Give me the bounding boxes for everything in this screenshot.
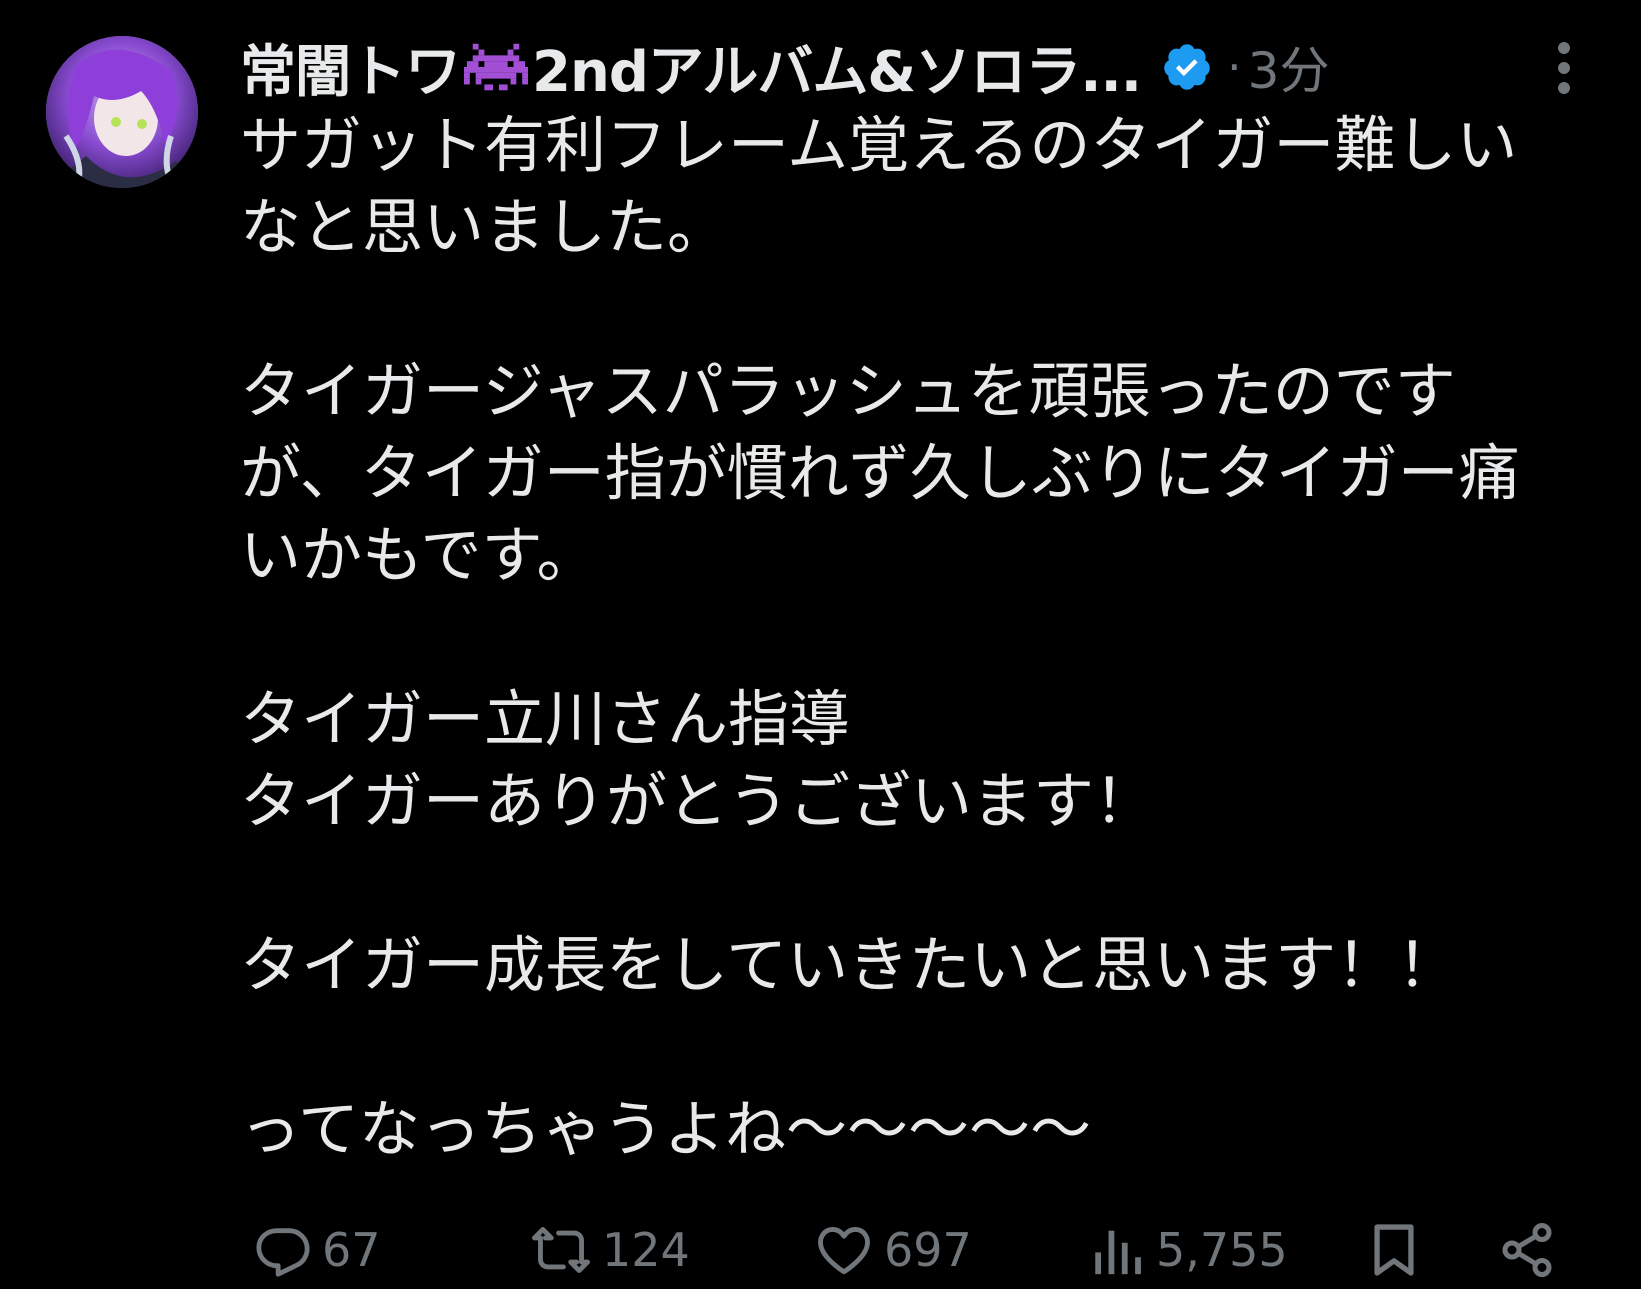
tweet-text: サガット有利フレーム覚えるのタイガー難しい なと思いました。 タイガージャスパラ… [240,110,1520,1165]
retweet-button[interactable]: 124 [530,1215,690,1285]
action-bar: 67 124 697 5,755 [240,1215,1600,1285]
timestamp[interactable]: 3分 [1248,31,1330,103]
retweet-icon [532,1227,590,1273]
tweet-header: 常闇トワ 2ndアルバム&ソロラ... · 3分 [240,31,1600,105]
share-button[interactable] [1497,1215,1557,1285]
tweet[interactable]: 常闇トワ 2ndアルバム&ソロラ... · 3分 サガット有利フレーム覚えるのタ… [0,0,1641,1289]
reply-button[interactable]: 67 [254,1215,381,1285]
separator-dot: · [1227,40,1242,94]
display-name[interactable]: 常闇トワ [240,27,461,108]
analytics-icon [1095,1230,1141,1275]
reply-icon [256,1228,310,1277]
like-button[interactable]: 697 [814,1215,972,1285]
share-icon [1502,1223,1552,1278]
views-button[interactable]: 5,755 [1088,1215,1288,1285]
verified-badge-icon [1161,41,1213,93]
reply-count: 67 [322,1223,381,1277]
bookmark-button[interactable] [1365,1215,1423,1285]
like-count: 697 [884,1223,972,1277]
display-name-continued[interactable]: 2ndアルバム&ソロラ... [532,27,1142,108]
alien-monster-icon [464,41,528,93]
view-count: 5,755 [1156,1223,1288,1277]
retweet-count: 124 [602,1223,690,1277]
heart-icon [818,1227,870,1275]
bookmark-icon [1374,1224,1414,1276]
more-options-icon[interactable] [1546,40,1582,96]
avatar[interactable] [46,36,198,188]
